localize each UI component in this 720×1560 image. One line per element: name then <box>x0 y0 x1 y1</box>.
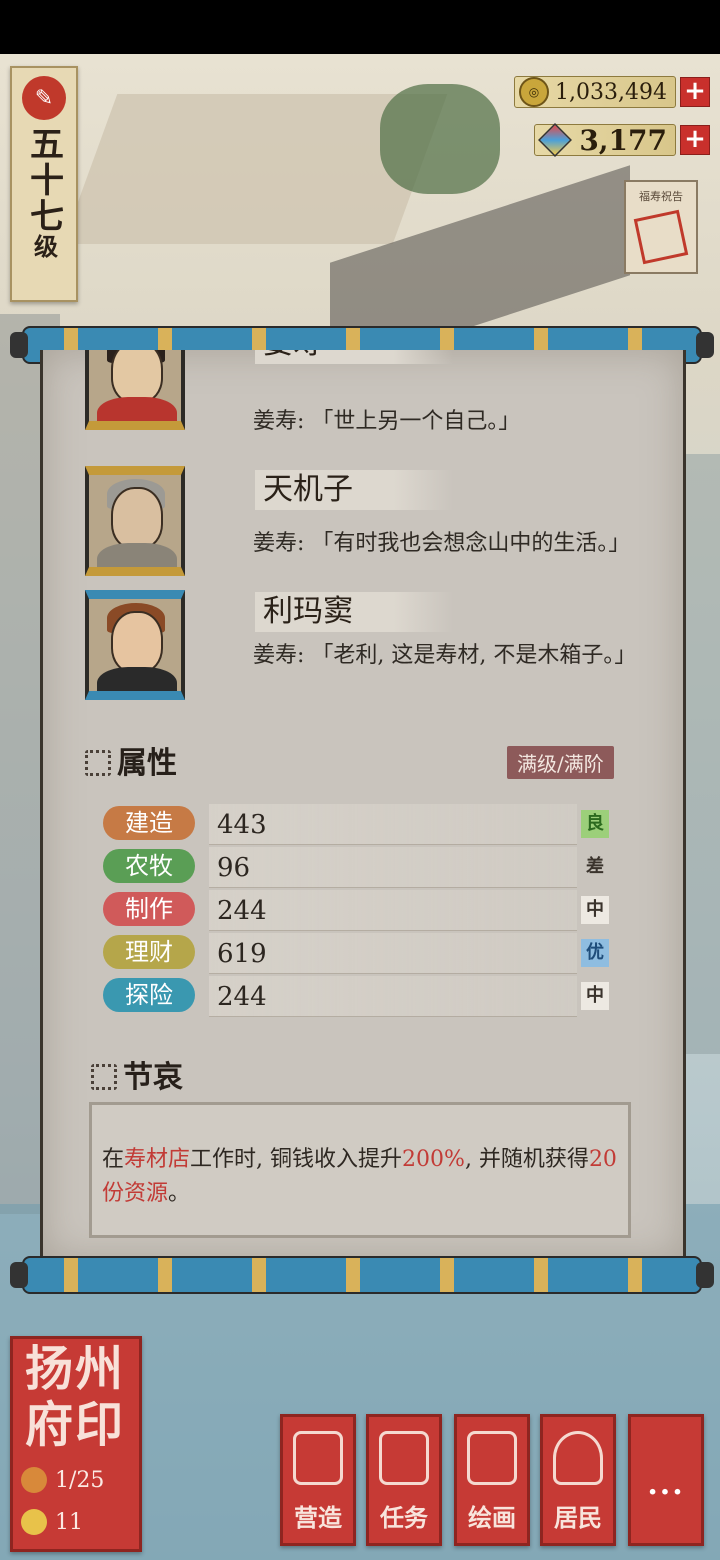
resident-name: 利玛窦 <box>255 592 453 632</box>
add-gems-button[interactable]: + <box>680 125 710 155</box>
grade-badge: 优 <box>581 939 609 967</box>
residents-button[interactable]: 居民 <box>540 1414 616 1546</box>
attribute-row-finance: 理财 619 优 <box>103 933 613 974</box>
skill-description: 在寿材店工作时, 铜钱收入提升200%, 并随机获得20份资源。 <box>102 1147 617 1206</box>
yangzhou-seal-panel[interactable]: 扬州府印 1/25 11 <box>10 1336 142 1552</box>
resident-icon <box>21 1467 47 1493</box>
notice-board[interactable]: 福寿祝告 <box>624 180 698 274</box>
grade-badge: 中 <box>581 982 609 1010</box>
max-level-badge: 满级/满阶 <box>507 746 614 779</box>
resident-portrait <box>85 466 185 576</box>
level-text: 五十七级 <box>23 126 64 260</box>
add-coins-button[interactable]: + <box>680 77 710 107</box>
coin-amount: 1,033,494 <box>555 79 667 105</box>
painting-icon <box>467 1431 517 1485</box>
build-button[interactable]: 营造 <box>280 1414 356 1546</box>
seal-stat-count: 11 <box>21 1509 83 1535</box>
attribute-row-construction: 建造 443 良 <box>103 804 613 845</box>
skill-section-title: 节哀 <box>85 1052 183 1096</box>
player-level-badge[interactable]: ✎ 五十七级 <box>10 66 78 302</box>
resident-quote: 姜寿: 「有时我也会想念山中的生活。」 <box>253 531 631 556</box>
attribute-row-exploration: 探险 244 中 <box>103 976 613 1017</box>
grade-badge: 差 <box>586 856 604 877</box>
gem-counter: 3,177 + <box>534 122 710 158</box>
skill-description-box: 在寿材店工作时, 铜钱收入提升200%, 并随机获得20份资源。 <box>89 1102 631 1238</box>
grade-badge: 良 <box>581 810 609 838</box>
coin-stack-icon <box>21 1509 47 1535</box>
attribute-row-farming: 农牧 96 差 <box>103 847 613 888</box>
status-bar <box>0 0 720 54</box>
attribute-row-crafting: 制作 244 中 <box>103 890 613 931</box>
stamp-icon <box>633 209 689 265</box>
more-dots-icon: ... <box>647 1467 685 1502</box>
section-ornament-icon <box>79 744 113 776</box>
scroll-bottom-rod <box>10 1256 714 1294</box>
resident-name: 天机子 <box>255 470 453 510</box>
resident-portrait <box>85 350 185 430</box>
copper-coin-icon: ◎ <box>519 77 550 107</box>
gem-amount: 3,177 <box>579 123 667 157</box>
resident-icon <box>553 1431 603 1485</box>
build-icon <box>293 1431 343 1485</box>
section-ornament-icon <box>85 1058 119 1090</box>
resident-quote: 姜寿: 「老利, 这是寿材, 不是木箱子。」 <box>253 643 637 668</box>
resident-quote: 姜寿: 「世上另一个自己。」 <box>253 409 521 434</box>
resident-detail-scroll[interactable]: 姜寿 姜寿: 「世上另一个自己。」 天机子 姜寿: 「有时我也会想念山中的生活。… <box>40 350 686 1260</box>
grade-badge: 中 <box>581 896 609 924</box>
resident-portrait <box>85 590 185 700</box>
resident-name: 姜寿 <box>255 350 453 364</box>
brush-icon: ✎ <box>22 76 66 120</box>
seal-stat-population: 1/25 <box>21 1467 104 1493</box>
task-scroll-icon <box>379 1431 429 1485</box>
painting-button[interactable]: 绘画 <box>454 1414 530 1546</box>
more-button[interactable]: ... <box>628 1414 704 1546</box>
attributes-section-title: 属性 <box>79 738 177 782</box>
tasks-button[interactable]: 任务 <box>366 1414 442 1546</box>
gem-icon <box>538 123 573 157</box>
coin-counter: ◎ 1,033,494 + <box>514 74 710 110</box>
